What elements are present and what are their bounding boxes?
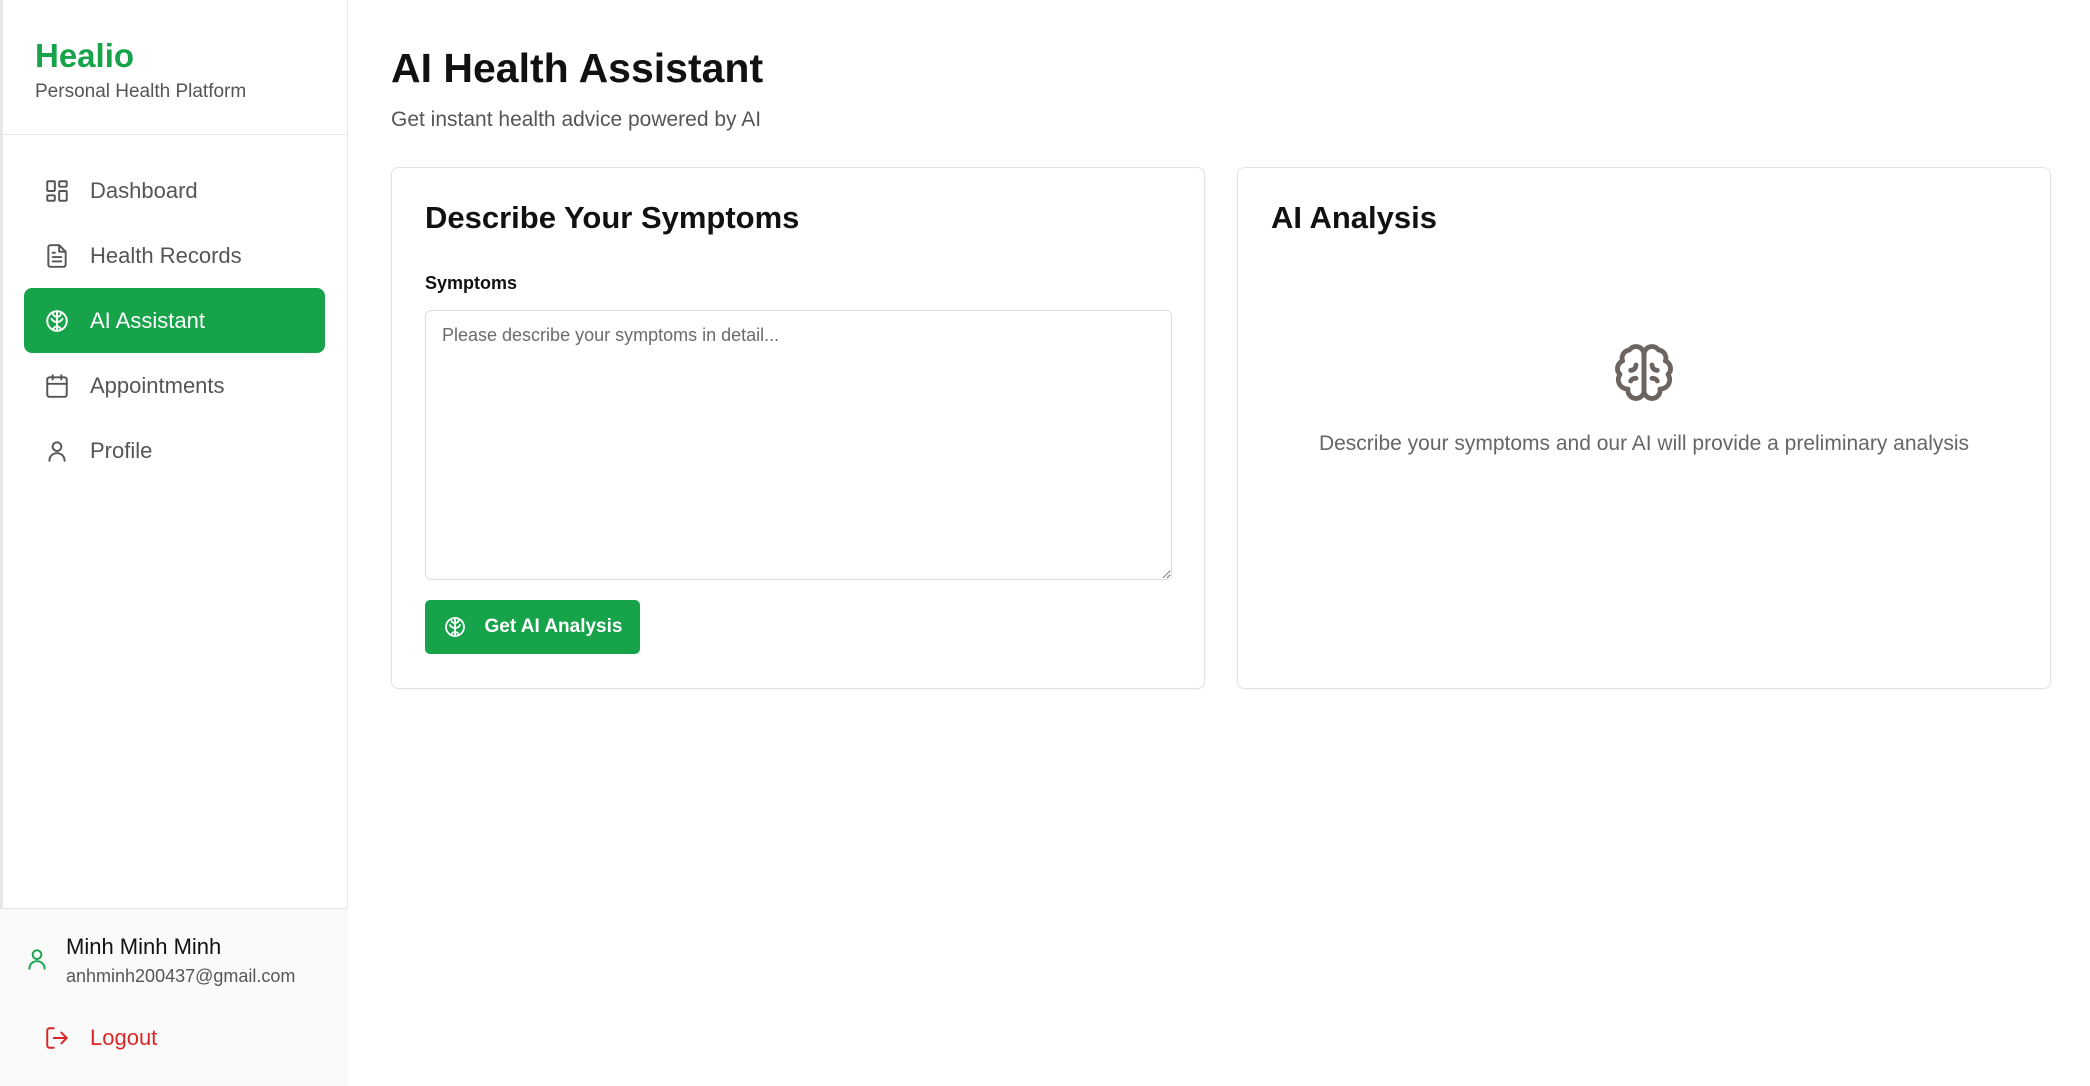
get-ai-analysis-label: Get AI Analysis — [484, 616, 623, 637]
sidebar-nav: Dashboard Health Records AI Assistant Ap… — [24, 158, 325, 483]
analysis-card-title: AI Analysis — [1271, 200, 1437, 235]
symptoms-card-title: Describe Your Symptoms — [425, 200, 800, 235]
brand: Healio Personal Health Platform — [35, 36, 246, 104]
logout-icon — [46, 1027, 68, 1049]
sidebar-item-dashboard[interactable]: Dashboard — [24, 158, 325, 223]
document-icon — [44, 243, 70, 269]
symptoms-card: Describe Your Symptoms Symptoms Get AI A… — [391, 167, 1205, 689]
brain-icon — [444, 617, 465, 637]
brain-icon — [1612, 341, 1676, 405]
sidebar-item-label: Appointments — [90, 372, 225, 398]
app-root: Healio Personal Health Platform Dashboar… — [0, 0, 2090, 1086]
analysis-card: AI Analysis Describe your symptoms and o… — [1237, 167, 2051, 689]
sidebar-item-health-records[interactable]: Health Records — [24, 223, 325, 288]
user-icon — [24, 946, 50, 977]
sidebar-item-label: Health Records — [90, 242, 242, 268]
brand-tagline: Personal Health Platform — [35, 81, 247, 102]
sidebar: Healio Personal Health Platform Dashboar… — [0, 0, 348, 1086]
user-icon — [44, 438, 70, 464]
analysis-empty-text: Describe your symptoms and our AI will p… — [1318, 432, 1970, 455]
logout-button[interactable]: Logout — [44, 1025, 157, 1051]
calendar-icon — [44, 373, 70, 399]
symptoms-input[interactable] — [425, 310, 1172, 580]
logout-label: Logout — [90, 1025, 158, 1050]
sidebar-footer: Minh Minh Minh anhminh200437@gmail.com L… — [0, 909, 348, 1086]
get-ai-analysis-button[interactable]: Get AI Analysis — [425, 600, 640, 654]
user-info: Minh Minh Minh anhminh200437@gmail.com — [24, 933, 295, 989]
sidebar-item-label: Profile — [90, 437, 153, 463]
sidebar-item-ai-assistant[interactable]: AI Assistant — [24, 288, 325, 353]
divider — [0, 134, 348, 135]
sidebar-item-profile[interactable]: Profile — [24, 418, 325, 483]
brand-name: Healio — [35, 37, 135, 74]
page-subtitle: Get instant health advice powered by AI — [391, 108, 762, 131]
symptoms-label: Symptoms — [425, 273, 518, 293]
sidebar-item-label: AI Assistant — [90, 307, 205, 333]
page-title: AI Health Assistant — [391, 45, 764, 91]
dashboard-grid-icon — [44, 178, 70, 204]
user-name: Minh Minh Minh — [66, 934, 222, 959]
sidebar-item-appointments[interactable]: Appointments — [24, 353, 325, 418]
sidebar-item-label: Dashboard — [90, 177, 198, 203]
brain-icon — [44, 308, 70, 334]
user-email: anhminh200437@gmail.com — [66, 966, 296, 986]
user-text: Minh Minh Minh anhminh200437@gmail.com — [66, 933, 295, 989]
